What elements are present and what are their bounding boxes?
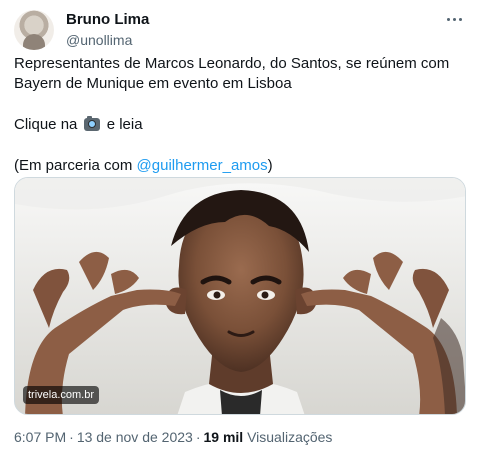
meta-separator: · <box>69 429 74 445</box>
camera-emoji-icon <box>83 116 100 131</box>
post-text-line-3: (Em parceria com @guilhermer_amos) <box>14 156 466 176</box>
post-meta: 6:07 PM · 13 de nov de 2023 · 19 mil Visuali… <box>14 428 332 446</box>
leia-text: e leia <box>102 116 143 133</box>
avatar[interactable] <box>14 10 54 50</box>
post-date[interactable]: 13 de nov de 2023 <box>77 429 193 445</box>
partner-suffix: ) <box>267 157 273 174</box>
meta-separator-2: · <box>195 429 201 445</box>
post-header: Bruno Lima @unollima <box>14 10 466 50</box>
views-label: Visualizações <box>247 429 333 445</box>
author-name[interactable]: Bruno Lima <box>66 11 149 29</box>
clique-text: Clique na <box>14 116 82 133</box>
post-text: Representantes de Marcos Leonardo, do Sa… <box>14 54 466 176</box>
post-image[interactable]: trivela.com.br <box>14 177 466 415</box>
author-handle[interactable]: @unollima <box>66 31 132 49</box>
post-time[interactable]: 6:07 PM <box>14 429 66 445</box>
post-text-line-1: Representantes de Marcos Leonardo, do Sa… <box>14 55 450 92</box>
views-count: 19 mil <box>203 429 244 445</box>
more-icon[interactable] <box>442 10 466 28</box>
player-photo <box>15 178 465 414</box>
partner-prefix: (Em parceria com <box>14 157 137 174</box>
mention-link[interactable]: @guilhermer_amos <box>137 157 268 174</box>
image-watermark: trivela.com.br <box>23 386 100 404</box>
post-text-line-2: Clique na e leia <box>14 115 466 135</box>
